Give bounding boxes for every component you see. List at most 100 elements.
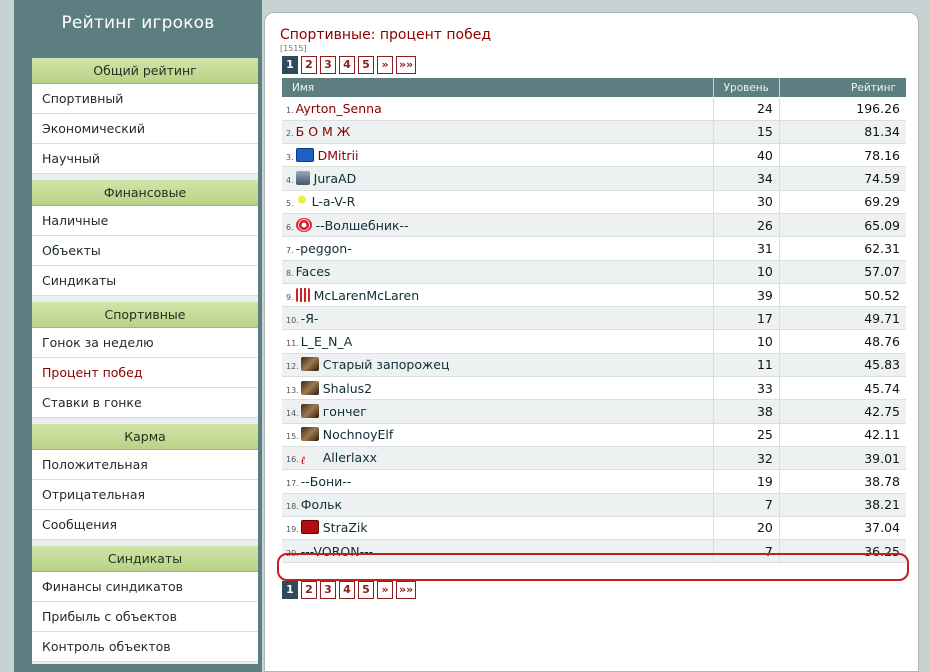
rank-number: 19. <box>286 525 299 535</box>
sidebar-item[interactable]: Спортивный <box>32 84 258 114</box>
cell-rating: 49.71 <box>779 306 906 331</box>
bulb-icon <box>295 194 308 209</box>
cell-name: 1. Ayrton_Senna <box>282 97 714 121</box>
cell-level: 30 <box>713 190 780 214</box>
cell-rating: 69.29 <box>779 190 906 214</box>
page-link[interactable]: » <box>377 581 393 599</box>
page-link[interactable]: 2 <box>301 581 317 599</box>
total-count: [1515] <box>280 44 307 53</box>
player-name-link[interactable]: гончег <box>323 404 367 419</box>
page-link[interactable]: 2 <box>301 56 317 74</box>
badge-icon <box>295 171 310 186</box>
page-link[interactable]: 1 <box>282 581 298 599</box>
page-link[interactable]: 4 <box>339 581 355 599</box>
rank-number: 3. <box>286 152 294 162</box>
page-link[interactable]: »» <box>396 581 417 599</box>
rank-number: 8. <box>286 269 294 279</box>
cell-level: 19 <box>713 469 780 494</box>
sidebar-item[interactable]: Прибыль с объектов <box>32 602 258 632</box>
sidebar-item[interactable]: Процент побед <box>32 358 258 388</box>
sidebar-item[interactable]: Ставки в гонке <box>32 388 258 418</box>
cell-level: 10 <box>713 329 780 354</box>
player-name-link[interactable]: --Бони-- <box>301 474 352 489</box>
player-name-link[interactable]: StraZik <box>323 520 368 535</box>
sidebar-item[interactable]: Научный <box>32 144 258 174</box>
rank-number: 9. <box>286 292 294 302</box>
player-name-link[interactable]: Старый запорожец <box>323 357 450 372</box>
cell-rating: 78.16 <box>779 143 906 168</box>
player-name-link[interactable]: JuraAD <box>314 171 357 186</box>
page-link[interactable]: 1 <box>282 56 298 74</box>
sidebar-title: Рейтинг игроков <box>61 13 215 33</box>
table-row: 13. Shalus2 33 45.74 <box>282 376 906 401</box>
cell-level: 7 <box>713 539 780 564</box>
sidebar-item[interactable]: Экономический <box>32 114 258 144</box>
table-row: 4. JuraAD 34 74.59 <box>282 166 906 191</box>
player-name-link[interactable]: Б О М Ж <box>296 124 351 139</box>
table-row: 9. McLarenMcLaren 39 50.52 <box>282 283 906 308</box>
sidebar-item[interactable]: Отрицательная <box>32 480 258 510</box>
sidebar-item[interactable]: Положительная <box>32 450 258 480</box>
cell-level: 15 <box>713 120 780 145</box>
rank-number: 11. <box>286 339 299 349</box>
col-rating[interactable]: Рейтинг <box>779 78 906 97</box>
player-name-link[interactable]: -Я- <box>301 311 319 326</box>
cell-rating: 48.76 <box>779 329 906 354</box>
sidebar-item[interactable]: Гонок за неделю <box>32 328 258 358</box>
page-link[interactable]: 5 <box>358 56 374 74</box>
cell-name: 19. StraZik <box>282 516 714 541</box>
page-link[interactable]: 3 <box>320 56 336 74</box>
rank-number: 18. <box>286 502 299 512</box>
player-name-link[interactable]: Ayrton_Senna <box>296 101 382 116</box>
player-name-link[interactable]: Фольк <box>301 497 342 512</box>
cell-rating: 42.75 <box>779 399 906 424</box>
page-link[interactable]: 4 <box>339 56 355 74</box>
cell-level: 39 <box>713 283 780 308</box>
page-link[interactable]: 5 <box>358 581 374 599</box>
col-name[interactable]: Имя <box>282 78 714 97</box>
sidebar-bottom-bar <box>32 664 258 672</box>
page-link[interactable]: » <box>377 56 393 74</box>
sidebar-item[interactable]: Контроль объектов <box>32 632 258 662</box>
page-link[interactable]: »» <box>396 56 417 74</box>
sidebar-group-heading: Общий рейтинг <box>32 58 258 84</box>
player-name-link[interactable]: Allerlaxx <box>323 450 377 465</box>
cell-level: 20 <box>713 516 780 541</box>
sidebar-item[interactable]: Синдикаты <box>32 266 258 296</box>
rating-table: Имя Уровень Рейтинг 1. Ayrton_Senna 24 196.… <box>282 78 906 564</box>
table-row: 10. -Я- 17 49.71 <box>282 306 906 331</box>
player-name-link[interactable]: NochnoyElf <box>323 427 394 442</box>
sidebar-group-heading: Спортивные <box>32 302 258 328</box>
photo-icon <box>300 404 319 418</box>
player-name-link[interactable]: ---VORON--- <box>301 544 373 559</box>
cell-level: 31 <box>713 236 780 261</box>
sidebar-item[interactable]: Наличные <box>32 206 258 236</box>
cell-level: 17 <box>713 306 780 331</box>
sidebar-item[interactable]: Объекты <box>32 236 258 266</box>
cell-rating: 37.04 <box>779 516 906 541</box>
photo-icon <box>300 380 319 395</box>
cell-name: 3. DMitrii <box>282 143 714 168</box>
cell-level: 24 <box>713 97 780 121</box>
page-link[interactable]: 3 <box>320 581 336 599</box>
sidebar-group-heading: Карма <box>32 424 258 450</box>
photo-icon <box>300 357 319 372</box>
sidebar-item[interactable]: Финансы синдикатов <box>32 572 258 602</box>
player-name-link[interactable]: DMitrii <box>318 148 359 163</box>
player-name-link[interactable]: L-a-V-R <box>312 194 356 209</box>
player-name-link[interactable]: McLarenMcLaren <box>314 288 420 303</box>
cell-level: 10 <box>713 260 780 284</box>
cell-rating: 74.59 <box>779 166 906 191</box>
cell-name: 11. L_E_N_A <box>282 329 714 354</box>
player-name-link[interactable]: -peggon- <box>296 241 352 256</box>
player-name-link[interactable]: Shalus2 <box>323 381 372 396</box>
col-level[interactable]: Уровень <box>713 78 780 97</box>
cell-level: 40 <box>713 143 780 168</box>
rank-number: 10. <box>286 315 299 325</box>
sidebar-item[interactable]: Сообщения <box>32 510 258 540</box>
cell-rating: 62.31 <box>779 236 906 261</box>
player-name-link[interactable]: L_E_N_A <box>301 334 353 349</box>
sidebar-group-heading: Синдикаты <box>32 546 258 572</box>
player-name-link[interactable]: --Волшебник-- <box>316 218 409 233</box>
player-name-link[interactable]: Faces <box>296 264 331 279</box>
